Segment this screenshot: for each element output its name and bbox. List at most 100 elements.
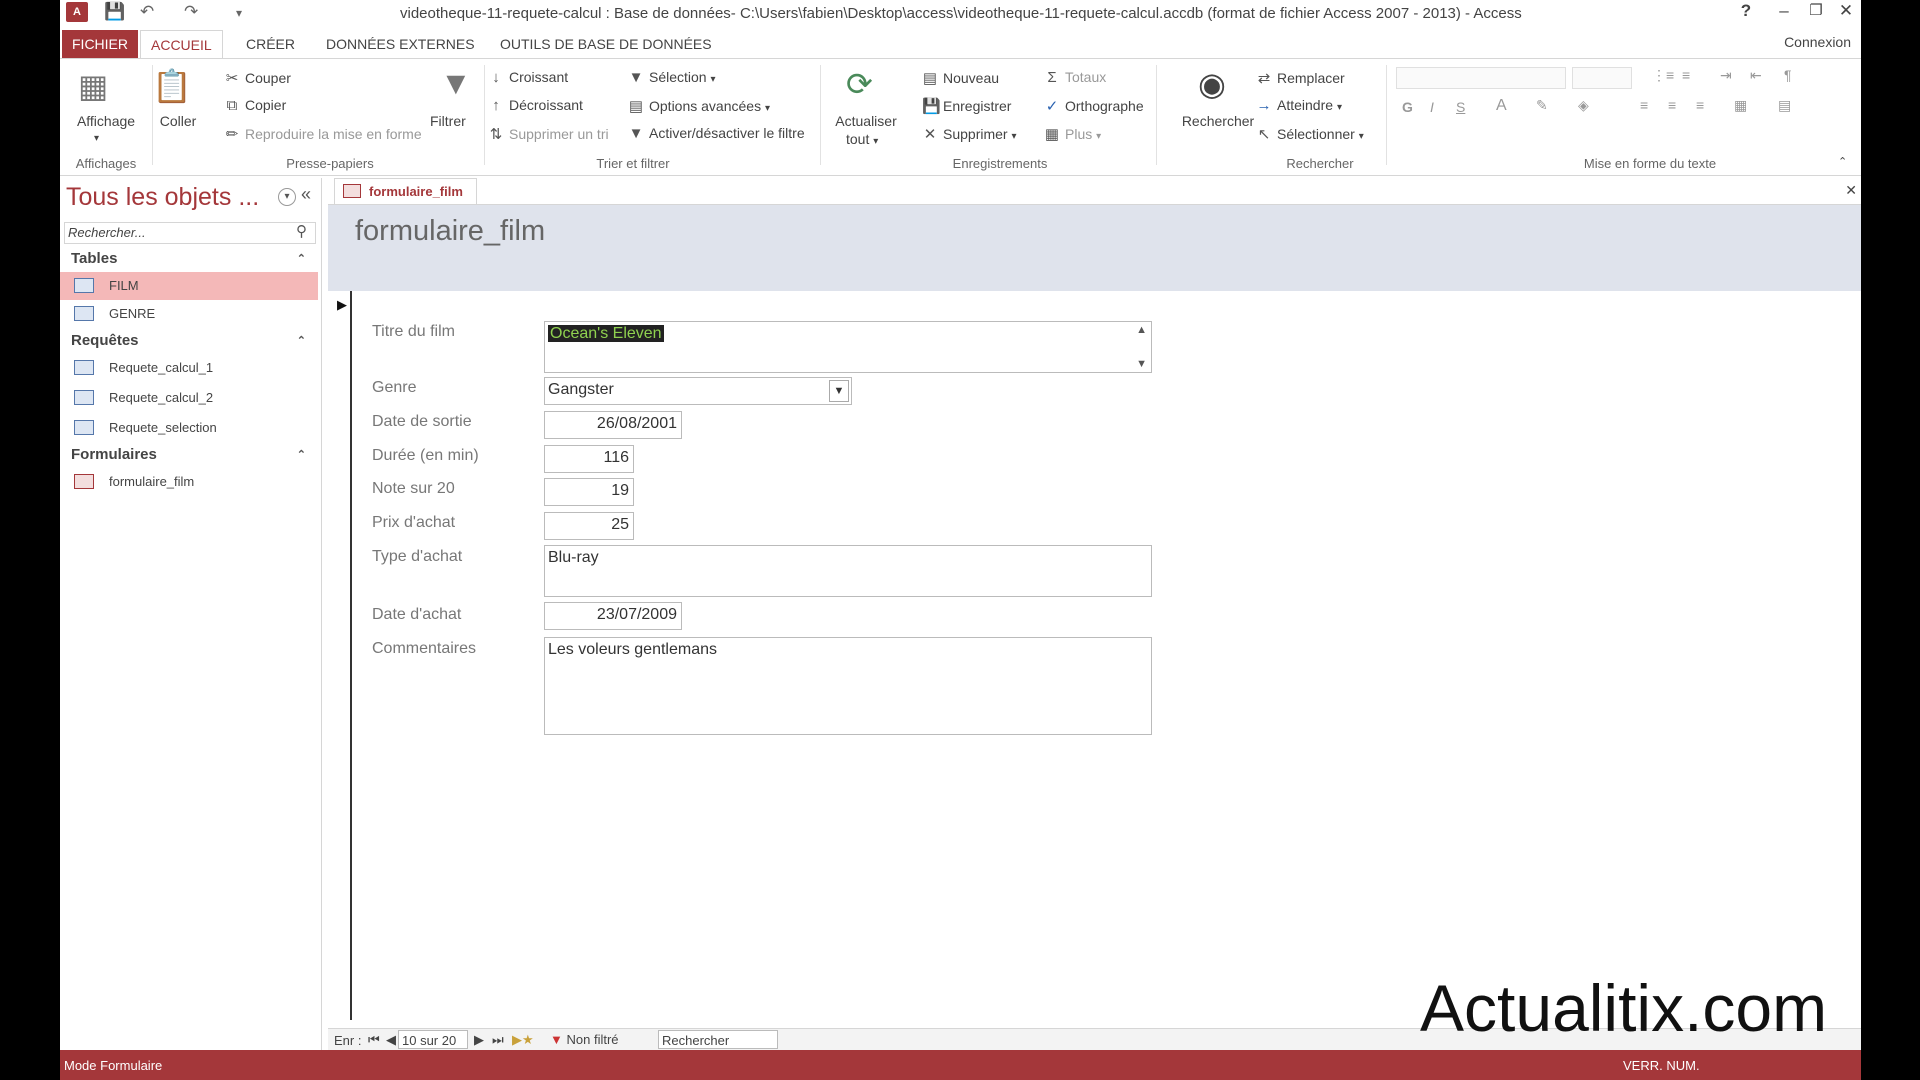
totaux-button[interactable]: Σ Totaux: [1044, 69, 1106, 86]
nav-search-input[interactable]: Rechercher...: [64, 222, 316, 244]
minimize-icon[interactable]: –: [1769, 1, 1799, 21]
nav-item-film[interactable]: FILM: [60, 272, 318, 300]
date-sortie-input[interactable]: 26/08/2001: [544, 411, 682, 439]
outdent-icon[interactable]: ⇤: [1750, 67, 1762, 84]
tab-fichier[interactable]: FICHIER: [62, 30, 138, 58]
copier-button[interactable]: ⧉ Copier: [224, 97, 287, 114]
nav-item-requete-calcul-2[interactable]: Requete_calcul_2: [60, 384, 318, 412]
bold-button[interactable]: G: [1402, 99, 1413, 115]
nav-section-tables[interactable]: Tables ⌃: [60, 246, 320, 272]
new-record-nav-icon[interactable]: ▶★: [512, 1032, 534, 1048]
underline-button[interactable]: S: [1456, 99, 1465, 115]
nav-pane-title[interactable]: Tous les objets ...: [66, 183, 259, 212]
decroissant-button[interactable]: ↑ Décroissant: [488, 97, 583, 114]
previous-record-icon[interactable]: ◀: [386, 1032, 396, 1048]
access-logo-icon[interactable]: A: [66, 2, 88, 22]
no-filter-button[interactable]: ▼ Non filtré: [550, 1032, 619, 1047]
highlight-icon[interactable]: ✎: [1536, 97, 1548, 114]
note-input[interactable]: 19: [544, 478, 634, 506]
close-document-icon[interactable]: ✕: [1845, 182, 1857, 199]
current-record-input[interactable]: 10 sur 20: [398, 1030, 468, 1049]
filtrer-button[interactable]: Filtrer: [430, 113, 466, 129]
redo-icon[interactable]: ↷: [184, 2, 198, 22]
help-icon[interactable]: ?: [1731, 1, 1761, 21]
refresh-icon[interactable]: ⟳: [846, 65, 873, 103]
nav-item-requete-selection[interactable]: Requete_selection: [60, 414, 318, 442]
filter-icon[interactable]: ▼: [440, 65, 472, 102]
selectionner-button[interactable]: ↖ Sélectionner ▾: [1256, 125, 1364, 143]
couper-button[interactable]: ✂ Couper: [224, 69, 291, 87]
selection-button[interactable]: ▼ Sélection ▾: [628, 69, 716, 86]
nouveau-button[interactable]: ▤ Nouveau: [922, 69, 999, 87]
tab-outils-base-de-donnees[interactable]: OUTILS DE BASE DE DONNÉES: [490, 30, 722, 58]
record-search-input[interactable]: Rechercher: [658, 1030, 778, 1049]
activer-filtre-button[interactable]: ▼ Activer/désactiver le filtre: [628, 125, 805, 142]
reproduire-button[interactable]: ✏ Reproduire la mise en forme: [224, 125, 422, 143]
nav-section-formulaires[interactable]: Formulaires ⌃: [60, 442, 320, 468]
orthographe-button[interactable]: ✓ Orthographe: [1044, 97, 1144, 115]
align-right-icon[interactable]: ≡: [1696, 97, 1704, 113]
scroll-up-icon[interactable]: ▲: [1136, 324, 1147, 336]
search-icon[interactable]: ⚲: [296, 222, 307, 240]
font-size-select[interactable]: [1572, 67, 1632, 89]
paragraph-icon[interactable]: ¶: [1784, 67, 1792, 83]
first-record-icon[interactable]: ⏮: [368, 1032, 380, 1048]
collapse-ribbon-icon[interactable]: ⌃: [1838, 155, 1847, 168]
chevron-down-icon[interactable]: ▼: [829, 380, 849, 402]
duree-input[interactable]: 116: [544, 445, 634, 473]
customize-qat-icon[interactable]: ▾: [236, 6, 242, 20]
bullets-icon[interactable]: ⋮≡: [1652, 67, 1674, 84]
alternate-row-color-icon[interactable]: ▤: [1778, 97, 1791, 114]
commentaires-input[interactable]: Les voleurs gentlemans: [544, 637, 1152, 735]
tab-donnees-externes[interactable]: DONNÉES EXTERNES: [316, 30, 485, 58]
undo-icon[interactable]: ↶: [140, 2, 154, 22]
connexion-link[interactable]: Connexion: [1784, 34, 1851, 50]
rechercher-button[interactable]: Rechercher: [1170, 113, 1266, 129]
scroll-down-icon[interactable]: ▼: [1136, 358, 1147, 370]
plus-button[interactable]: ▦ Plus ▾: [1044, 125, 1101, 143]
affichage-button[interactable]: Affichage: [62, 113, 150, 129]
tab-creer[interactable]: CRÉER: [236, 30, 305, 58]
save-icon[interactable]: 💾: [104, 2, 125, 22]
nav-item-genre[interactable]: GENRE: [60, 300, 318, 328]
next-record-icon[interactable]: ▶: [474, 1032, 484, 1048]
croissant-button[interactable]: ↓ Croissant: [488, 69, 568, 86]
view-icon[interactable]: ▦: [78, 67, 108, 105]
genre-combobox[interactable]: Gangster ▼: [544, 377, 852, 405]
record-selector[interactable]: ▶: [334, 291, 352, 1020]
titre-input[interactable]: Ocean's Eleven ▲ ▼: [544, 321, 1152, 373]
supprimer-tri-button[interactable]: ⇅ Supprimer un tri: [488, 125, 609, 143]
restore-icon[interactable]: ❐: [1801, 1, 1831, 19]
close-icon[interactable]: ✕: [1831, 1, 1861, 21]
prix-input[interactable]: 25: [544, 512, 634, 540]
nav-item-formulaire-film[interactable]: formulaire_film: [60, 468, 318, 496]
nav-section-requetes[interactable]: Requêtes ⌃: [60, 328, 320, 354]
type-input[interactable]: Blu-ray: [544, 545, 1152, 597]
font-color-button[interactable]: A: [1496, 97, 1507, 115]
fill-color-icon[interactable]: ◈: [1578, 97, 1589, 114]
date-achat-input[interactable]: 23/07/2009: [544, 602, 682, 630]
supprimer-button[interactable]: ✕ Supprimer ▾: [922, 125, 1017, 143]
gridlines-icon[interactable]: ▦: [1734, 97, 1747, 114]
tab-accueil[interactable]: ACCUEIL: [140, 30, 223, 58]
numbering-icon[interactable]: ≡: [1682, 67, 1690, 83]
options-avancees-button[interactable]: ▤ Options avancées ▾: [628, 97, 770, 115]
last-record-icon[interactable]: ⏭: [492, 1032, 504, 1048]
atteindre-button[interactable]: → Atteindre ▾: [1256, 97, 1342, 114]
affichage-dropdown-icon[interactable]: ▾: [94, 133, 99, 144]
align-left-icon[interactable]: ≡: [1640, 97, 1648, 113]
coller-button[interactable]: Coller: [148, 113, 208, 129]
actualiser-button[interactable]: Actualiser: [832, 113, 900, 129]
binoculars-icon[interactable]: ◉: [1198, 65, 1226, 103]
font-name-select[interactable]: [1396, 67, 1566, 89]
actualiser-tout-label[interactable]: tout ▾: [846, 131, 878, 147]
paste-icon[interactable]: 📋: [152, 67, 192, 105]
collapse-nav-icon[interactable]: «: [301, 184, 311, 205]
nav-item-requete-calcul-1[interactable]: Requete_calcul_1: [60, 354, 318, 382]
nav-menu-chevron-icon[interactable]: ▾: [278, 188, 296, 206]
remplacer-button[interactable]: ⇄ Remplacer: [1256, 69, 1345, 87]
align-center-icon[interactable]: ≡: [1668, 97, 1676, 113]
enregistrer-button[interactable]: 💾 Enregistrer: [922, 97, 1011, 115]
doc-tab-formulaire-film[interactable]: formulaire_film: [334, 178, 477, 204]
italic-button[interactable]: I: [1430, 99, 1434, 115]
